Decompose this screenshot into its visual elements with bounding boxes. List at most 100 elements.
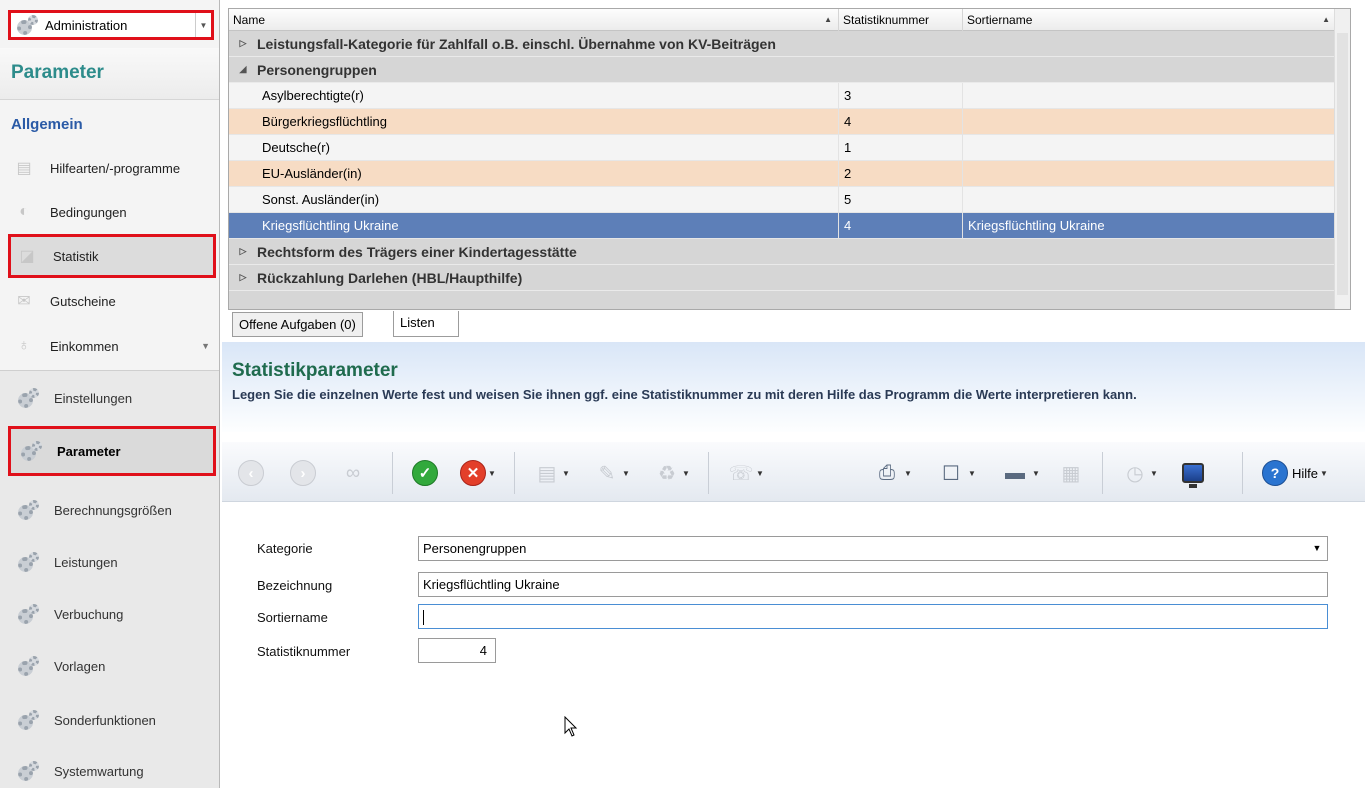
- sidebar: Administration ▼ Parameter Allgemein ▤ H…: [0, 0, 220, 788]
- detail-description: Legen Sie die einzelnen Werte fest und w…: [232, 387, 1137, 402]
- sidebar-item-einkommen[interactable]: ♁ Einkommen ▼: [8, 328, 216, 364]
- group-row[interactable]: ▷ Rückzahlung Darlehen (HBL/Haupthilfe): [229, 265, 1336, 291]
- history-button[interactable]: ◷ ▼: [1122, 458, 1158, 488]
- add-button[interactable]: ▤ ▼: [534, 458, 570, 488]
- gear-icon: [16, 709, 42, 731]
- help-button[interactable]: ? Hilfe ▼: [1262, 458, 1328, 488]
- forward-button[interactable]: ›: [290, 458, 316, 488]
- gear-icon: [16, 760, 42, 782]
- dropdown-arrow-icon[interactable]: ▼: [488, 469, 496, 478]
- print-button[interactable]: ⎙ ▼: [872, 458, 912, 488]
- collapse-icon[interactable]: ◢: [229, 64, 257, 75]
- group-item-systemwartung[interactable]: Systemwartung: [8, 751, 216, 788]
- phone-button[interactable]: ☏ ▼: [728, 458, 764, 488]
- bezeichnung-field[interactable]: Kriegsflüchtling Ukraine: [418, 572, 1328, 597]
- chevron-down-icon[interactable]: ▼: [195, 13, 211, 37]
- printer-icon: ⎙: [879, 461, 895, 484]
- statistiknummer-label: Statistiknummer: [257, 644, 351, 659]
- dropdown-arrow-icon[interactable]: ▼: [968, 469, 976, 478]
- sidebar-item-bedingungen[interactable]: ◐ Bedingungen: [8, 194, 216, 230]
- edit-button[interactable]: ✎ ▼: [594, 458, 630, 488]
- sidebar-header-title: Parameter: [11, 62, 104, 83]
- scanner-icon: ▬: [1005, 461, 1025, 484]
- dropdown-arrow-icon[interactable]: ▼: [756, 469, 764, 478]
- grid-header: Name ▲ Statistiknummer Sortiername ▲: [229, 9, 1336, 31]
- group-item-leistungen[interactable]: Leistungen: [8, 542, 216, 582]
- sidebar-item-statistik[interactable]: ◪ Statistik: [8, 234, 216, 278]
- table-row-selected[interactable]: Kriegsflüchtling Ukraine 4 Kriegsflüchtl…: [229, 213, 1336, 239]
- table-row[interactable]: Bürgerkriegsflüchtling 4: [229, 109, 1336, 135]
- statistiknummer-field[interactable]: 4: [418, 638, 496, 663]
- gear-icon: [16, 551, 42, 573]
- back-button[interactable]: ‹: [238, 458, 264, 488]
- group-row[interactable]: ◢ Personengruppen: [229, 57, 1336, 83]
- dropdown-arrow-icon[interactable]: ▼: [904, 469, 912, 478]
- arrow-right-icon: ›: [290, 460, 316, 486]
- dropdown-arrow-icon[interactable]: ▼: [682, 469, 690, 478]
- table-row[interactable]: Asylberechtigte(r) 3: [229, 83, 1336, 109]
- column-header-sortiername[interactable]: Sortiername ▲: [963, 9, 1336, 31]
- group-item-vorlagen[interactable]: Vorlagen: [8, 646, 216, 686]
- kategorie-label: Kategorie: [257, 541, 313, 556]
- column-header-statistiknummer[interactable]: Statistiknummer: [839, 9, 963, 31]
- module-select[interactable]: Administration ▼: [8, 10, 214, 40]
- table-row[interactable]: Sonst. Ausländer(in) 5: [229, 187, 1336, 213]
- kategorie-combo[interactable]: Personengruppen ▼: [418, 536, 1328, 561]
- group-row[interactable]: ▷ Leistungsfall-Kategorie für Zahlfall o…: [229, 31, 1336, 57]
- sidebar-item-label: Hilfearten/-programme: [50, 160, 181, 176]
- dropdown-arrow-icon[interactable]: ▼: [622, 469, 630, 478]
- help-icon: ?: [1262, 460, 1288, 486]
- dropdown-arrow-icon[interactable]: ▼: [1320, 469, 1328, 478]
- cancel-button[interactable]: ✕ ▼: [460, 458, 496, 488]
- group-item-sonderfunktionen[interactable]: Sonderfunktionen: [8, 700, 216, 740]
- sidebar-item-label: Bedingungen: [50, 204, 127, 220]
- search-button[interactable]: ∞: [340, 458, 366, 488]
- clock-icon: ◷: [1126, 462, 1144, 485]
- scanner-button[interactable]: ▬ ▼: [1000, 458, 1040, 488]
- delete-button[interactable]: ♻ ▼: [654, 458, 690, 488]
- dropdown-arrow-icon[interactable]: ▼: [562, 469, 570, 478]
- detail-panel: Statistikparameter Legen Sie die einzeln…: [222, 342, 1365, 788]
- group-item-label: Einstellungen: [54, 390, 133, 406]
- expand-icon[interactable]: ▷: [229, 272, 257, 283]
- remote-button[interactable]: [1182, 458, 1204, 488]
- expand-icon[interactable]: ▷: [229, 38, 257, 49]
- gear-icon: [16, 603, 42, 625]
- section-title: Allgemein: [11, 116, 83, 133]
- archive-button[interactable]: ▦: [1058, 458, 1084, 488]
- table-row[interactable]: Deutsche(r) 1: [229, 135, 1336, 161]
- group-row-partial[interactable]: [229, 291, 1336, 309]
- save-button[interactable]: ✓: [412, 458, 438, 488]
- chevron-down-icon[interactable]: ▼: [1307, 537, 1327, 560]
- sidebar-item-label: Gutscheine: [50, 293, 116, 309]
- toolbar-separator: [1242, 452, 1243, 494]
- table-row[interactable]: EU-Ausländer(in) 2: [229, 161, 1336, 187]
- scrollbar-thumb[interactable]: [1337, 33, 1348, 295]
- group-item-parameter[interactable]: Parameter: [8, 426, 216, 476]
- sidebar-item-gutscheine[interactable]: ✉ Gutscheine: [8, 283, 216, 319]
- group-item-verbuchung[interactable]: Verbuchung: [8, 594, 216, 634]
- gear-icon: [16, 387, 42, 409]
- group-item-einstellungen[interactable]: Einstellungen: [8, 378, 216, 418]
- sortiername-field[interactable]: [418, 604, 1328, 629]
- mouse-cursor-icon: [564, 716, 578, 737]
- group-item-label: Verbuchung: [54, 606, 124, 622]
- group-item-berechnungsgroessen[interactable]: Berechnungsgrößen: [8, 490, 216, 530]
- toolbar-separator: [514, 452, 515, 494]
- dropdown-arrow-icon[interactable]: ▼: [1032, 469, 1040, 478]
- group-item-label: Berechnungsgrößen: [54, 502, 172, 518]
- grid-scrollbar[interactable]: [1334, 9, 1350, 309]
- expand-icon[interactable]: ▷: [229, 246, 257, 257]
- dropdown-arrow-icon[interactable]: ▼: [1150, 469, 1158, 478]
- tab-listen[interactable]: Listen: [393, 311, 459, 337]
- voucher-icon: ✉: [17, 293, 31, 310]
- group-row[interactable]: ▷ Rechtsform des Trägers einer Kindertag…: [229, 239, 1336, 265]
- presentation-button[interactable]: ☐ ▼: [936, 458, 976, 488]
- column-header-name[interactable]: Name ▲: [229, 9, 839, 31]
- add-document-icon: ▤: [537, 462, 557, 485]
- tab-offene-aufgaben[interactable]: Offene Aufgaben (0): [232, 312, 363, 337]
- monitor-icon: [1182, 463, 1204, 488]
- sidebar-item-hilfearten[interactable]: ▤ Hilfearten/-programme: [8, 150, 216, 186]
- toolbar-separator: [392, 452, 393, 494]
- chevron-down-icon[interactable]: ▼: [201, 341, 210, 351]
